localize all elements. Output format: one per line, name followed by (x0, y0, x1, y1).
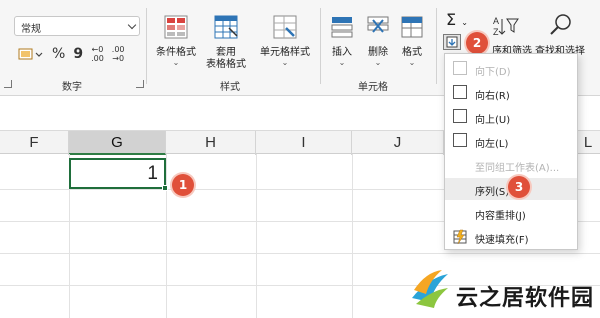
fill-button[interactable] (443, 34, 461, 50)
decrease-decimal-top: .00 (111, 45, 125, 54)
insert-button[interactable]: 插入 ⌄ (326, 14, 358, 67)
format-as-table-button[interactable]: 套用 表格格式 (202, 14, 250, 71)
menu-item-fill-right[interactable]: 向右(R) (445, 82, 577, 104)
group-divider (436, 8, 437, 84)
active-cell-g[interactable]: 1 (69, 158, 166, 189)
increase-decimal-bottom: .00 (91, 54, 104, 63)
chevron-down-icon: ⌄ (338, 58, 346, 67)
chevron-down-icon: ⌄ (461, 18, 468, 27)
chevron-down-icon: ⌄ (408, 58, 416, 67)
fill-dropdown-menu: 向下(D) 向右(R) 向上(U) 向左(L) 至同组工作表(A)... 序列(… (444, 53, 578, 250)
fill-handle[interactable] (162, 185, 168, 191)
chevron-down-icon (127, 20, 137, 30)
column-header-g[interactable]: G (69, 131, 166, 155)
watermark: 云之居软件园 (404, 266, 600, 316)
find-select-icon[interactable] (548, 12, 574, 38)
menu-item-fill-down[interactable]: 向下(D) (445, 58, 577, 80)
autosum-icon: Σ (446, 10, 457, 29)
svg-text:Z: Z (493, 27, 499, 37)
decrease-decimal-bottom: →0 (112, 54, 125, 63)
fill-right-icon (453, 85, 467, 99)
chevron-down-icon: ⌄ (172, 58, 180, 67)
column-header-h[interactable]: H (166, 131, 256, 155)
insert-cells-icon (331, 17, 353, 38)
number-group-label: 数字 (62, 82, 82, 93)
number-format-value: 常规 (21, 24, 41, 35)
table-format-icon (214, 15, 238, 39)
menu-item-fill-left[interactable]: 向左(L) (445, 130, 577, 152)
column-header-f[interactable]: F (0, 131, 69, 155)
column-header-i[interactable]: I (256, 131, 352, 155)
comma-style-button[interactable]: 9 (73, 44, 83, 64)
column-header-l[interactable]: L (576, 131, 600, 155)
increase-decimal-button[interactable]: ←0 .00 (91, 45, 104, 63)
currency-format-icon[interactable] (18, 46, 44, 62)
menu-item-label: 向上(U) (475, 115, 511, 126)
step-badge-2: 2 (466, 32, 488, 54)
decrease-decimal-button[interactable]: .00 →0 (112, 45, 125, 63)
step-badge-1: 1 (172, 174, 194, 196)
fill-down-icon (453, 61, 467, 75)
autosum-button[interactable]: Σ ⌄ (446, 10, 468, 29)
cell-styles-button[interactable]: 单元格样式 ⌄ (256, 14, 314, 67)
delete-button[interactable]: 删除 ⌄ (362, 14, 394, 67)
menu-item-fill-up[interactable]: 向上(U) (445, 106, 577, 128)
group-divider (320, 8, 321, 84)
chevron-down-icon: ⌄ (374, 58, 382, 67)
watermark-logo-icon (412, 270, 448, 308)
styles-group-label: 样式 (220, 82, 240, 93)
menu-item-across-worksheets[interactable]: 至同组工作表(A)... (445, 154, 577, 176)
percent-style-button[interactable]: % (52, 44, 65, 64)
number-group-launcher[interactable] (4, 80, 12, 88)
cells-group-label: 单元格 (358, 82, 388, 93)
svg-text:A: A (493, 16, 499, 26)
format-button[interactable]: 格式 ⌄ (396, 14, 428, 67)
menu-item-label: 至同组工作表(A)... (475, 163, 560, 174)
fill-down-icon (446, 36, 458, 48)
flash-fill-icon (453, 229, 467, 245)
chevron-down-icon: ⌄ (281, 58, 289, 67)
menu-item-flash-fill[interactable]: 快速填充(F) (445, 226, 577, 248)
number-format-row: % 9 ←0 .00 .00 →0 (18, 44, 125, 64)
cell-styles-icon (273, 15, 297, 39)
menu-item-label: 向左(L) (475, 139, 509, 150)
menu-item-justify[interactable]: 内容重排(J) (445, 202, 577, 224)
sort-filter-icon[interactable]: A Z (492, 14, 520, 38)
watermark-text: 云之居软件园 (456, 286, 595, 311)
menu-item-label: 快速填充(F) (475, 235, 529, 246)
number-group-launcher-right[interactable] (136, 80, 144, 88)
menu-item-label: 内容重排(J) (475, 211, 526, 222)
group-divider (146, 8, 147, 84)
grid-line (352, 154, 353, 318)
grid-line (166, 154, 167, 318)
menu-item-label: 向右(R) (475, 91, 510, 102)
number-format-select[interactable]: 常规 (14, 16, 140, 36)
increase-decimal-top: ←0 (91, 45, 104, 54)
format-as-table-line2: 表格格式 (206, 59, 246, 70)
grid-line (256, 154, 257, 318)
conditional-format-button[interactable]: 条件格式 ⌄ (152, 14, 200, 67)
menu-item-label: 向下(D) (475, 67, 511, 78)
fill-up-icon (453, 109, 467, 123)
grid-line (0, 253, 600, 254)
fill-left-icon (453, 133, 467, 147)
step-badge-3: 3 (508, 176, 530, 198)
delete-cells-icon (367, 16, 389, 33)
format-as-table-line1: 套用 (216, 47, 236, 58)
format-cells-icon (401, 16, 423, 38)
conditional-format-icon (164, 15, 188, 39)
column-header-j[interactable]: J (352, 131, 444, 155)
